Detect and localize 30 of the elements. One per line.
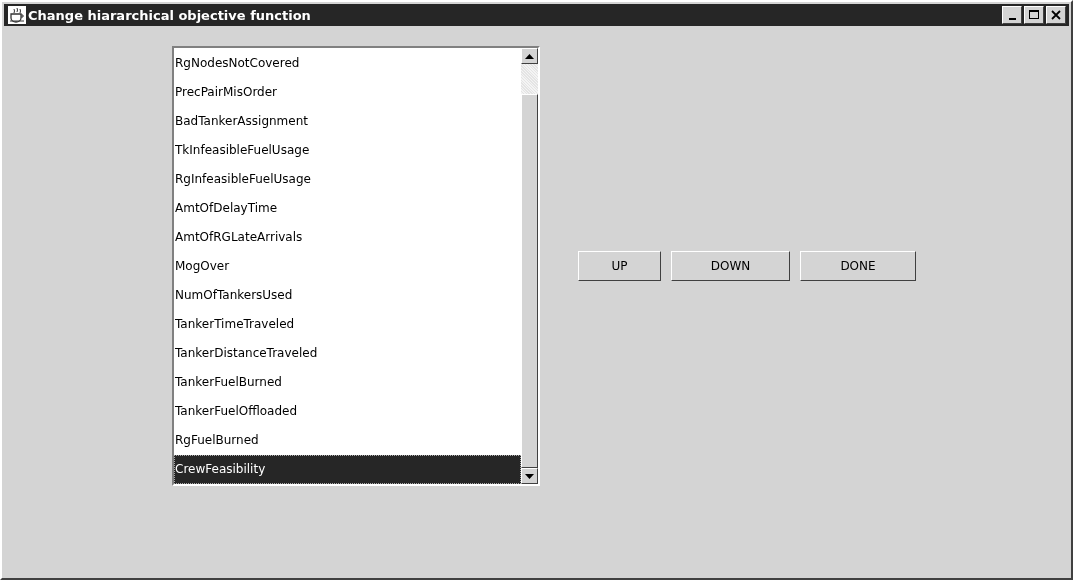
maximize-icon: [1029, 10, 1039, 20]
down-arrow-icon: [525, 473, 534, 479]
scroll-down-button[interactable]: [521, 468, 538, 484]
window-title: Change hiararchical objective function: [28, 7, 312, 23]
action-button[interactable]: DOWN: [671, 251, 790, 281]
list-item[interactable]: RgNodesNotCovered: [174, 49, 521, 78]
minimize-button[interactable]: [1002, 6, 1022, 24]
up-arrow-icon: [525, 53, 534, 59]
list-item[interactable]: RgInfeasibleFuelUsage: [174, 165, 521, 194]
list-item[interactable]: TankerFuelOffloaded: [174, 397, 521, 426]
list-item[interactable]: CrewFeasibility: [174, 455, 521, 484]
list-item[interactable]: BadTankerAssignment: [174, 107, 521, 136]
list-item[interactable]: TankerDistanceTraveled: [174, 339, 521, 368]
list-item[interactable]: AmtOfRGLateArrivals: [174, 223, 521, 252]
list-item[interactable]: PrecPairMisOrder: [174, 78, 521, 107]
cup-icon: [8, 6, 26, 24]
maximize-button[interactable]: [1024, 6, 1044, 24]
close-button[interactable]: [1046, 6, 1066, 24]
action-button[interactable]: UP: [578, 251, 661, 281]
minimize-icon: [1008, 17, 1016, 20]
list-item[interactable]: TankerTimeTraveled: [174, 310, 521, 339]
list-item[interactable]: AmtOfDelayTime: [174, 194, 521, 223]
list-item[interactable]: MogOver: [174, 252, 521, 281]
list-item[interactable]: TkInfeasibleFuelUsage: [174, 136, 521, 165]
action-button[interactable]: DONE: [800, 251, 916, 281]
list-item[interactable]: TankerFuelBurned: [174, 368, 521, 397]
list-item[interactable]: NumOfTankersUsed: [174, 281, 521, 310]
scroll-up-button[interactable]: [521, 48, 538, 64]
list-item[interactable]: RgFuelBurned: [174, 426, 521, 455]
close-icon: [1051, 10, 1061, 20]
